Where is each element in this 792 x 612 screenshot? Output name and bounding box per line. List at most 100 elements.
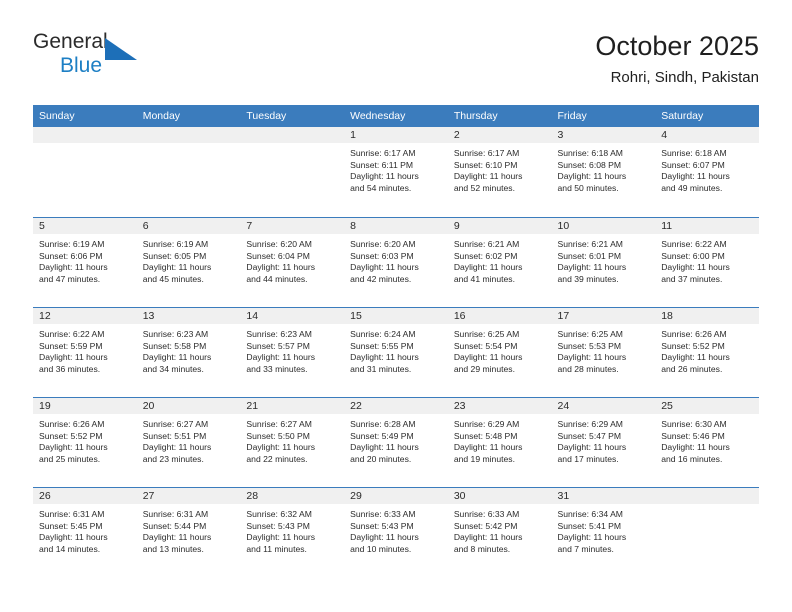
calendar-day[interactable]: 9 Sunrise: 6:21 AM Sunset: 6:02 PM Daylight…	[447, 217, 552, 307]
calendar-day[interactable]: 6 Sunrise: 6:19 AM Sunset: 6:05 PM Daylight…	[136, 217, 241, 307]
calendar-day[interactable]: 1 Sunrise: 6:17 AM Sunset: 6:11 PM Daylight…	[344, 127, 448, 217]
calendar-day[interactable]: 12 Sunrise: 6:22 AM Sunset: 5:59 PM Dayligh…	[33, 307, 137, 397]
daylight-text-line1: Daylight: 11 hours	[557, 532, 627, 543]
calendar-header-row: Sunday Monday Tuesday Wednesday Thursday…	[33, 105, 759, 127]
sunset-text: Sunset: 6:06 PM	[39, 250, 103, 261]
calendar-cell: 13 Sunrise: 6:23 AM Sunset: 5:58 PM Dayligh…	[136, 307, 241, 397]
calendar-day[interactable]: 22 Sunrise: 6:28 AM Sunset: 5:49 PM Dayligh…	[344, 397, 448, 487]
day-details: Sunrise: 6:31 AM Sunset: 5:45 PM Daylight:…	[33, 504, 137, 555]
calendar-day[interactable]: 19 Sunrise: 6:26 AM Sunset: 5:52 PM Dayligh…	[33, 397, 137, 487]
calendar-day[interactable]: 16 Sunrise: 6:25 AM Sunset: 5:54 PM Dayligh…	[447, 307, 552, 397]
calendar-cell: 16 Sunrise: 6:25 AM Sunset: 5:54 PM Dayligh…	[447, 307, 552, 397]
calendar-day[interactable]: 29 Sunrise: 6:33 AM Sunset: 5:43 PM Dayligh…	[344, 487, 448, 577]
sunrise-text: Sunrise: 6:21 AM	[453, 239, 520, 249]
sunrise-text: Sunrise: 6:29 AM	[453, 419, 520, 429]
calendar-cell: 24 Sunrise: 6:29 AM Sunset: 5:47 PM Dayligh…	[551, 397, 656, 487]
day-number: 24	[551, 398, 656, 414]
day-number: 19	[33, 398, 137, 414]
calendar-day[interactable]: 25 Sunrise: 6:30 AM Sunset: 5:46 PM Dayligh…	[655, 397, 759, 487]
sunset-text: Sunset: 6:01 PM	[557, 250, 622, 261]
weekday-header-wednesday: Wednesday	[344, 105, 448, 127]
day-number: 12	[33, 308, 137, 324]
daylight-text-line2: and 19 minutes.	[453, 453, 515, 464]
day-number: 13	[136, 308, 241, 324]
calendar-cell: 19 Sunrise: 6:26 AM Sunset: 5:52 PM Dayligh…	[33, 397, 137, 487]
day-number: 30	[447, 488, 552, 504]
day-number: 7	[240, 218, 345, 234]
daylight-text-line1: Daylight: 11 hours	[246, 352, 316, 363]
calendar-day[interactable]: 2 Sunrise: 6:17 AM Sunset: 6:10 PM Daylight…	[447, 127, 552, 217]
daylight-text-line2: and 17 minutes.	[557, 453, 619, 464]
calendar-day-inner: 26 Sunrise: 6:31 AM Sunset: 5:45 PM Dayligh…	[33, 488, 137, 577]
daylight-text-line1: Daylight: 11 hours	[350, 262, 419, 273]
calendar-day-inner: 10 Sunrise: 6:21 AM Sunset: 6:01 PM Dayligh…	[551, 218, 656, 307]
calendar-day[interactable]: 11 Sunrise: 6:22 AM Sunset: 6:00 PM Dayligh…	[655, 217, 759, 307]
daylight-text-line1: Daylight: 11 hours	[39, 262, 108, 273]
calendar-day[interactable]: 21 Sunrise: 6:27 AM Sunset: 5:50 PM Dayligh…	[240, 397, 345, 487]
sunset-text: Sunset: 5:55 PM	[350, 340, 414, 351]
calendar-cell: 8 Sunrise: 6:20 AM Sunset: 6:03 PM Daylight…	[344, 217, 448, 307]
calendar-table: Sunday Monday Tuesday Wednesday Thursday…	[33, 105, 759, 577]
calendar-cell	[655, 487, 759, 577]
calendar-week-row: 5 Sunrise: 6:19 AM Sunset: 6:06 PM Daylight…	[33, 217, 759, 307]
calendar-week-row: 26 Sunrise: 6:31 AM Sunset: 5:45 PM Dayligh…	[33, 487, 759, 577]
calendar-day[interactable]: 20 Sunrise: 6:27 AM Sunset: 5:51 PM Dayligh…	[136, 397, 241, 487]
daylight-text-line2: and 13 minutes.	[142, 543, 204, 554]
day-number: 23	[447, 398, 552, 414]
calendar-day[interactable]: 5 Sunrise: 6:19 AM Sunset: 6:06 PM Daylight…	[33, 217, 137, 307]
calendar-day[interactable]: 15 Sunrise: 6:24 AM Sunset: 5:55 PM Dayligh…	[344, 307, 448, 397]
daylight-text-line1: Daylight: 11 hours	[661, 262, 730, 273]
day-number	[655, 488, 759, 504]
calendar-day[interactable]: 13 Sunrise: 6:23 AM Sunset: 5:58 PM Dayligh…	[136, 307, 241, 397]
day-number: 15	[344, 308, 448, 324]
calendar-day[interactable]: 18 Sunrise: 6:26 AM Sunset: 5:52 PM Dayligh…	[655, 307, 759, 397]
daylight-text-line2: and 28 minutes.	[557, 363, 619, 374]
calendar-cell: 31 Sunrise: 6:34 AM Sunset: 5:41 PM Dayligh…	[551, 487, 656, 577]
daylight-text-line1: Daylight: 11 hours	[557, 262, 627, 273]
sunrise-text: Sunrise: 6:26 AM	[661, 329, 727, 339]
calendar-day[interactable]: 14 Sunrise: 6:23 AM Sunset: 5:57 PM Dayligh…	[240, 307, 345, 397]
calendar-day[interactable]: 8 Sunrise: 6:20 AM Sunset: 6:03 PM Daylight…	[344, 217, 448, 307]
calendar-day[interactable]: 3 Sunrise: 6:18 AM Sunset: 6:08 PM Daylight…	[551, 127, 656, 217]
calendar-day[interactable]: 10 Sunrise: 6:21 AM Sunset: 6:01 PM Dayligh…	[551, 217, 656, 307]
sunset-text: Sunset: 6:05 PM	[142, 250, 207, 261]
calendar-day-inner: 11 Sunrise: 6:22 AM Sunset: 6:00 PM Dayligh…	[655, 218, 759, 307]
sunrise-text: Sunrise: 6:25 AM	[557, 329, 623, 339]
calendar-cell: 5 Sunrise: 6:19 AM Sunset: 6:06 PM Daylight…	[33, 217, 137, 307]
weekday-header-saturday: Saturday	[655, 105, 759, 127]
calendar-day[interactable]: 24 Sunrise: 6:29 AM Sunset: 5:47 PM Dayligh…	[551, 397, 656, 487]
day-number: 4	[655, 127, 759, 143]
calendar-day[interactable]: 26 Sunrise: 6:31 AM Sunset: 5:45 PM Dayligh…	[33, 487, 137, 577]
calendar-week-row: 19 Sunrise: 6:26 AM Sunset: 5:52 PM Dayligh…	[33, 397, 759, 487]
sunrise-text: Sunrise: 6:22 AM	[661, 239, 727, 249]
day-number: 14	[240, 308, 345, 324]
calendar-cell: 12 Sunrise: 6:22 AM Sunset: 5:59 PM Dayligh…	[33, 307, 137, 397]
calendar-day[interactable]: 27 Sunrise: 6:31 AM Sunset: 5:44 PM Dayligh…	[136, 487, 241, 577]
calendar-day[interactable]: 28 Sunrise: 6:32 AM Sunset: 5:43 PM Dayligh…	[240, 487, 345, 577]
daylight-text-line2: and 54 minutes.	[350, 182, 412, 193]
day-number: 31	[551, 488, 656, 504]
daylight-text-line2: and 31 minutes.	[350, 363, 412, 374]
brand-logo[interactable]: General Blue	[33, 30, 283, 88]
daylight-text-line2: and 34 minutes.	[142, 363, 204, 374]
calendar-day[interactable]: 4 Sunrise: 6:18 AM Sunset: 6:07 PM Daylight…	[655, 127, 759, 217]
calendar-day[interactable]: 7 Sunrise: 6:20 AM Sunset: 6:04 PM Daylight…	[240, 217, 345, 307]
calendar-day-inner: 30 Sunrise: 6:33 AM Sunset: 5:42 PM Dayligh…	[447, 488, 552, 577]
daylight-text-line2: and 45 minutes.	[142, 273, 204, 284]
calendar-day-inner: 1 Sunrise: 6:17 AM Sunset: 6:11 PM Daylight…	[344, 127, 448, 217]
day-details: Sunrise: 6:19 AM Sunset: 6:06 PM Daylight:…	[33, 234, 137, 285]
calendar-day[interactable]: 23 Sunrise: 6:29 AM Sunset: 5:48 PM Dayligh…	[447, 397, 552, 487]
calendar-cell: 25 Sunrise: 6:30 AM Sunset: 5:46 PM Dayligh…	[655, 397, 759, 487]
daylight-text-line1: Daylight: 11 hours	[453, 262, 523, 273]
calendar-day-inner: 12 Sunrise: 6:22 AM Sunset: 5:59 PM Dayligh…	[33, 308, 137, 397]
daylight-text-line1: Daylight: 11 hours	[246, 532, 316, 543]
daylight-text-line2: and 47 minutes.	[39, 273, 101, 284]
calendar-day[interactable]: 31 Sunrise: 6:34 AM Sunset: 5:41 PM Dayligh…	[551, 487, 656, 577]
calendar-day[interactable]: 30 Sunrise: 6:33 AM Sunset: 5:42 PM Dayligh…	[447, 487, 552, 577]
calendar-cell: 21 Sunrise: 6:27 AM Sunset: 5:50 PM Dayligh…	[240, 397, 345, 487]
daylight-text-line2: and 33 minutes.	[246, 363, 308, 374]
day-details: Sunrise: 6:27 AM Sunset: 5:51 PM Daylight:…	[137, 414, 241, 465]
calendar-day[interactable]: 17 Sunrise: 6:25 AM Sunset: 5:53 PM Dayligh…	[551, 307, 656, 397]
calendar-day-inner: 17 Sunrise: 6:25 AM Sunset: 5:53 PM Dayligh…	[551, 308, 656, 397]
sunrise-text: Sunrise: 6:32 AM	[246, 509, 312, 519]
